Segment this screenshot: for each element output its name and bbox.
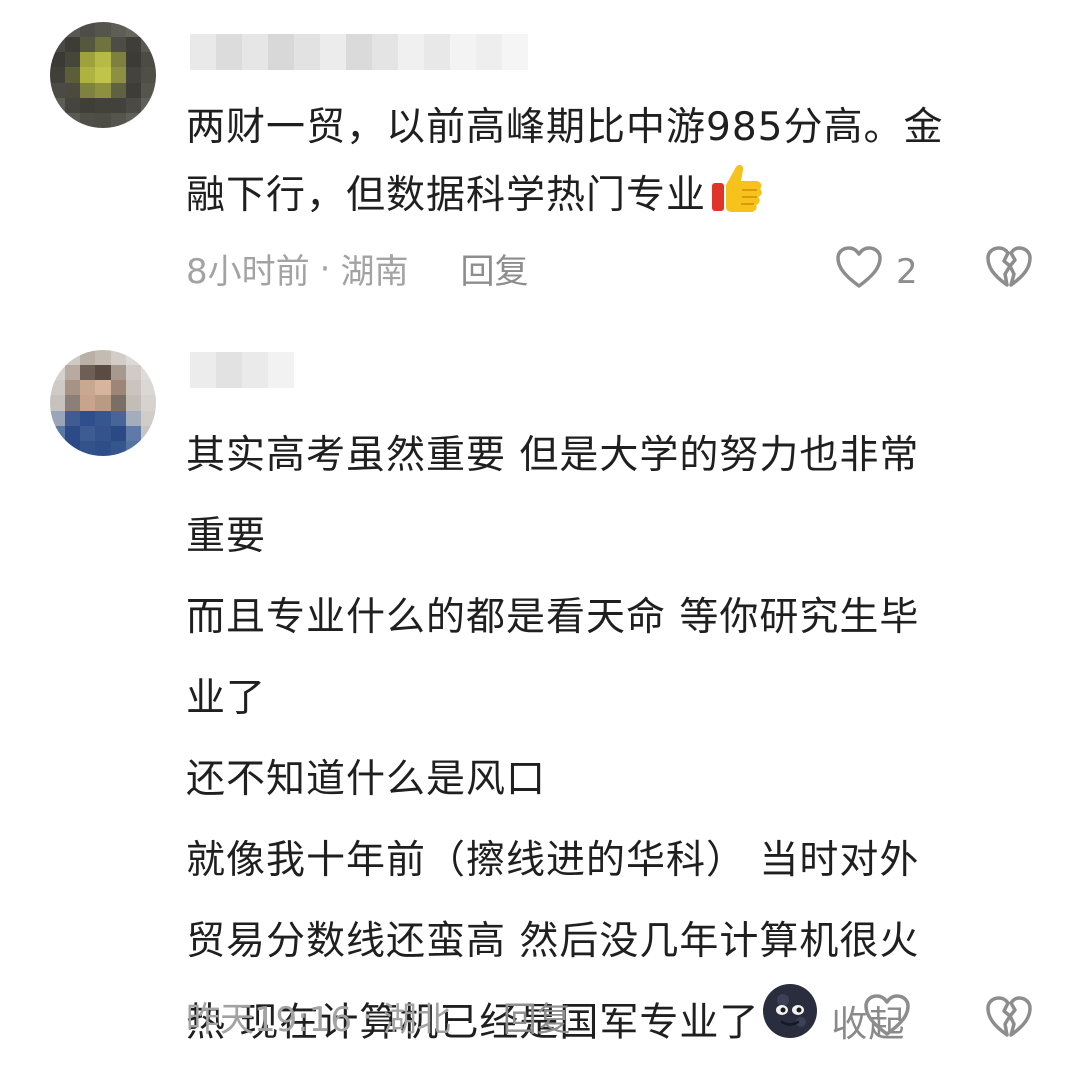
- comment-line: 还不知道什么是风口: [186, 757, 547, 802]
- like-button[interactable]: [862, 992, 912, 1047]
- broken-heart-icon[interactable]: [984, 246, 1034, 294]
- dislike-button[interactable]: [984, 994, 1034, 1044]
- comment-line: 而且专业什么的都是看天命 等你研究生毕: [186, 595, 920, 640]
- comment-location: 湖北: [382, 1000, 451, 1040]
- thumbs-up-emoji-icon: [708, 159, 766, 236]
- heart-outline-icon[interactable]: [834, 244, 884, 299]
- comment-location: 湖南: [340, 252, 409, 292]
- meta-separator: ·: [319, 248, 331, 289]
- comment-line: 业了: [186, 676, 267, 721]
- comment-line: 贸易分数线还蛮高 然后没几年计算机很火: [186, 919, 920, 964]
- comment-item: 两财一贸，以前高峰期比中游985分高。金 融下行，但数据科学热门专业 8小时前 …: [0, 0, 1080, 330]
- reply-button[interactable]: 回复: [460, 244, 528, 293]
- comment-time: 昨天19:16: [186, 1000, 352, 1040]
- like-button[interactable]: 2: [834, 244, 918, 299]
- comment-line-text: 融下行，但数据科学热门专业: [186, 173, 707, 218]
- username-blurred[interactable]: [190, 34, 528, 70]
- meta-separator: ·: [361, 996, 373, 1037]
- comment-item: 其实高考虽然重要 但是大学的努力也非常 重要 而且专业什么的都是看天命 等你研究…: [0, 330, 1080, 1085]
- heart-outline-icon[interactable]: [862, 992, 912, 1047]
- comment-line: 就像我十年前（擦线进的华科） 当时对外: [186, 838, 920, 883]
- reply-button[interactable]: 回复: [503, 992, 571, 1041]
- broken-heart-icon[interactable]: [984, 996, 1034, 1044]
- comment-line: 两财一贸，以前高峰期比中游985分高。金: [186, 105, 944, 150]
- new-moon-face-emoji-icon: [761, 982, 819, 1068]
- comment-line: 融下行，但数据科学热门专业: [186, 159, 1046, 236]
- avatar[interactable]: [50, 350, 156, 456]
- username-blurred[interactable]: [190, 352, 294, 388]
- comment-time: 8小时前: [186, 252, 310, 292]
- comment-line: 重要: [186, 514, 267, 559]
- comment-meta: 8小时前 · 湖南 回复: [186, 244, 528, 293]
- comment-meta: 昨天19:16 · 湖北 回复: [186, 992, 571, 1041]
- like-count: 2: [896, 251, 918, 292]
- comment-text: 两财一贸，以前高峰期比中游985分高。金 融下行，但数据科学热门专业: [186, 96, 1046, 236]
- comment-line: 其实高考虽然重要 但是大学的努力也非常: [186, 433, 920, 478]
- avatar[interactable]: [50, 22, 156, 128]
- dislike-button[interactable]: [984, 244, 1034, 294]
- comment-text: 其实高考虽然重要 但是大学的努力也非常 重要 而且专业什么的都是看天命 等你研究…: [186, 415, 1046, 1068]
